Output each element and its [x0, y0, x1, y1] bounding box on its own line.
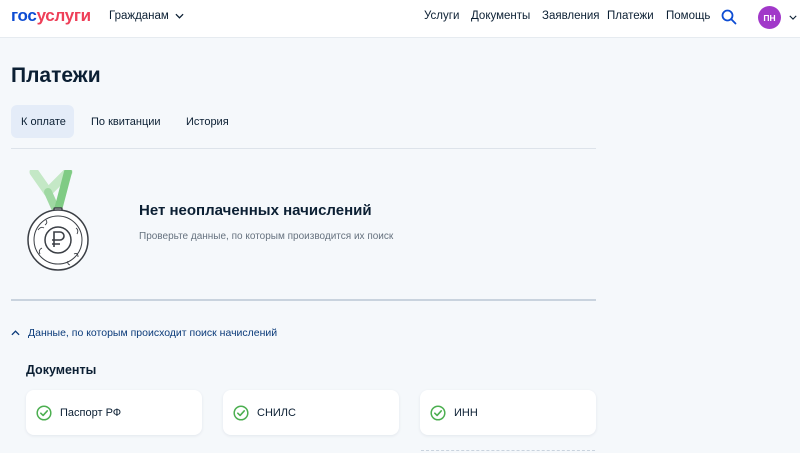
document-card-inn[interactable]: ИНН [420, 390, 596, 435]
check-circle-icon [233, 404, 249, 421]
nav-payments[interactable]: Платежи [607, 10, 654, 22]
top-header: госуслуги Гражданам Услуги Документы Зая… [0, 0, 800, 38]
tab-history[interactable]: История [176, 105, 239, 138]
documents-title: Документы [26, 363, 97, 377]
avatar-initials: ПН [763, 12, 776, 23]
search-data-toggle[interactable]: Данные, по которым происходит поиск начи… [11, 327, 277, 339]
chevron-up-icon [11, 330, 20, 336]
empty-state-title: Нет неоплаченных начислений [139, 202, 372, 219]
tabs-divider [11, 148, 596, 149]
nav-documents[interactable]: Документы [471, 10, 530, 22]
tab-by-receipt[interactable]: По квитанции [81, 105, 171, 138]
page-title: Платежи [11, 64, 101, 87]
document-label: ИНН [454, 406, 478, 419]
tab-to-pay[interactable]: К оплате [11, 105, 74, 138]
search-icon[interactable] [721, 9, 737, 25]
check-circle-icon [36, 404, 52, 421]
ruble-medal-icon [27, 170, 89, 271]
document-card-snils[interactable]: СНИЛС [223, 390, 399, 435]
search-data-toggle-label: Данные, по которым происходит поиск начи… [28, 327, 278, 339]
document-label: Паспорт РФ [60, 406, 122, 419]
empty-state-subtitle: Проверьте данные, по которым производитс… [139, 231, 394, 242]
document-card-passport[interactable]: Паспорт РФ [26, 390, 202, 435]
document-label: СНИЛС [257, 406, 296, 419]
main-nav: Услуги Документы Заявления Платежи Помощ… [0, 10, 800, 26]
nav-help[interactable]: Помощь [666, 10, 710, 22]
chevron-down-icon[interactable] [789, 15, 797, 20]
section-divider [11, 299, 596, 301]
check-circle-icon [430, 404, 446, 421]
nav-applications[interactable]: Заявления [542, 10, 600, 22]
avatar[interactable]: ПН [758, 6, 781, 29]
nav-services[interactable]: Услуги [424, 10, 459, 22]
